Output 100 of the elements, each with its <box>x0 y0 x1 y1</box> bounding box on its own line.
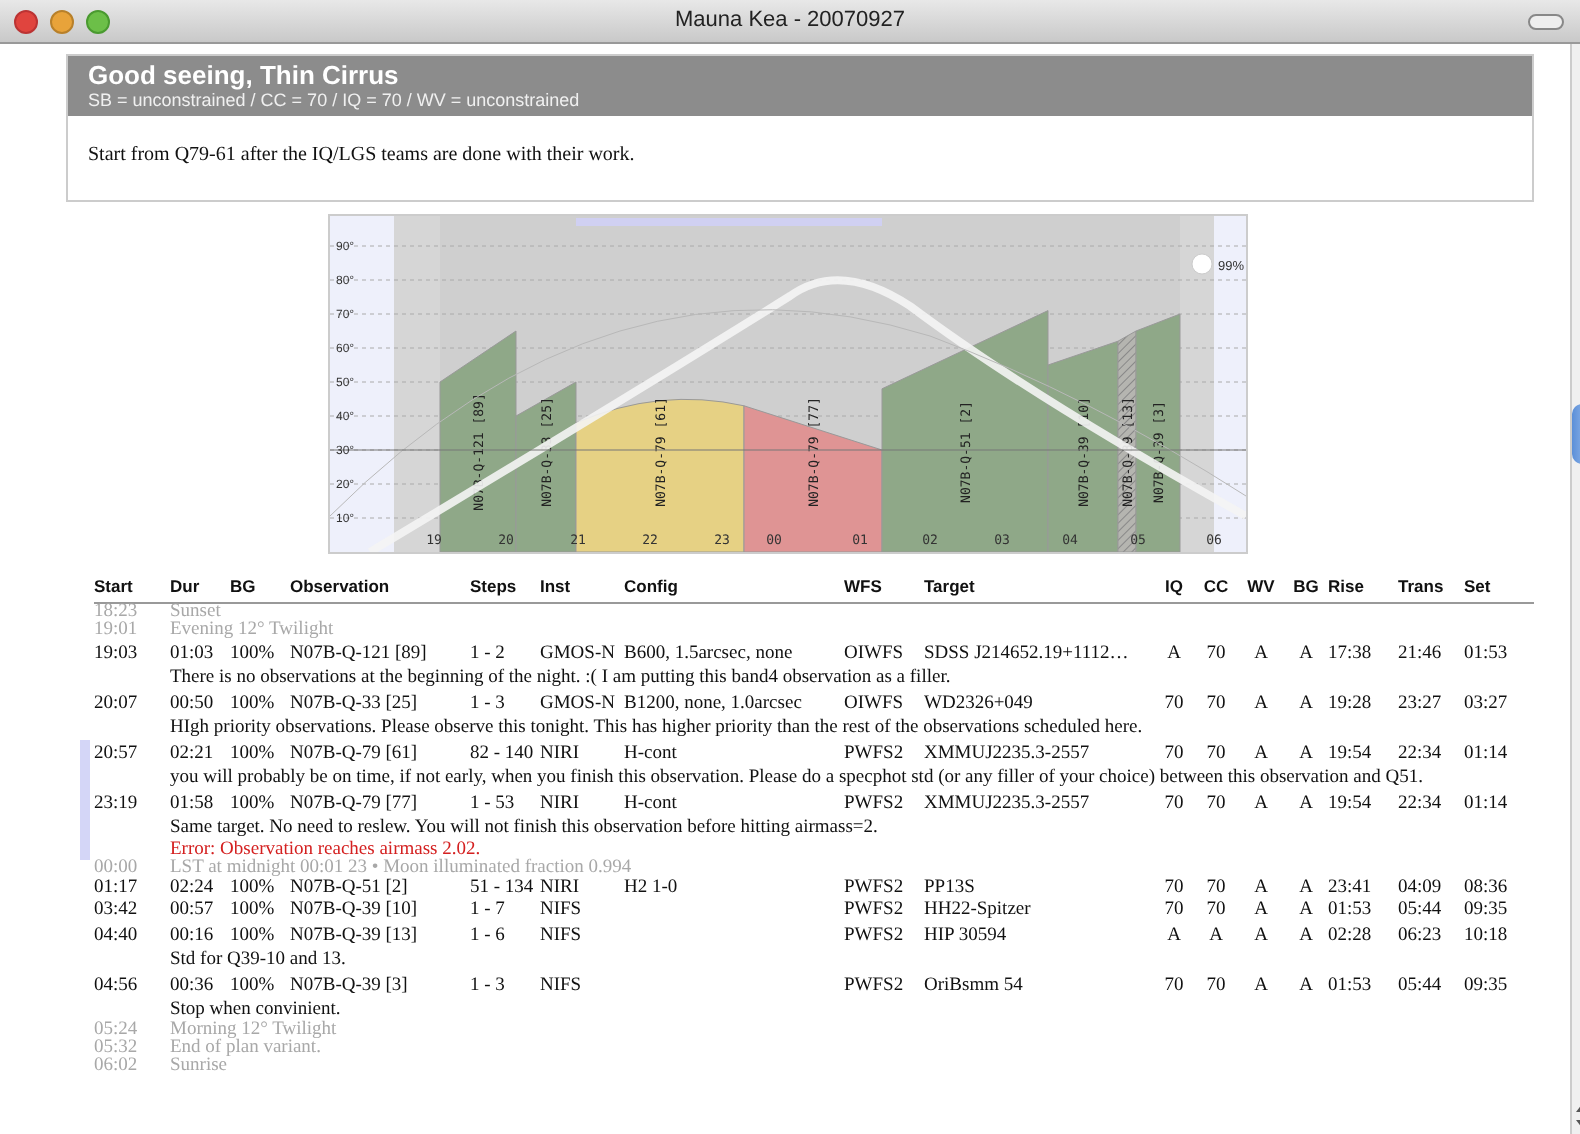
column-header[interactable]: BG <box>1284 574 1328 600</box>
table-cell-text: XMMUJ2235.3-2557 <box>924 791 1092 816</box>
minimize-button[interactable] <box>50 9 74 33</box>
table-cell-text: HH22-Spitzer <box>924 899 1033 922</box>
table-cell-text: 100% <box>230 691 277 716</box>
window-title: Mauna Kea - 20070927 <box>673 6 907 37</box>
column-header[interactable]: Dur <box>170 574 230 600</box>
observation-comment: HIgh priority observations. Please observe this tonight. This has higher priority than the rest of the observations scheduled here. <box>168 715 1145 740</box>
table-cell-text: 01:53 <box>1464 641 1510 666</box>
table-cell-text: A <box>1297 973 1315 998</box>
table-cell-text: A <box>1252 791 1270 816</box>
event-label: LST at midnight 00:01 23 • Moon illuminated fraction 0.994 <box>170 859 632 878</box>
column-header[interactable]: Steps <box>470 574 540 600</box>
table-cell-text: GMOS-N <box>540 641 617 666</box>
column-header[interactable]: IQ <box>1154 574 1194 600</box>
table-cell-text: 19:03 <box>94 641 140 666</box>
column-header[interactable]: Set <box>1464 574 1534 600</box>
column-header[interactable]: WFS <box>844 574 924 600</box>
observation-row[interactable]: 20:57 02:21 100% N07B-Q-79 [61] 82 - 140 NIRI H-cont PWFS2 XMMUJ2235.3-2557 70 70 A A 19:54 22:34 01:14 <box>94 741 1534 766</box>
table-cell-text: 17:38 <box>1328 641 1374 666</box>
table-cell-text: 02:28 <box>1328 923 1374 948</box>
table-cell-text: N07B-Q-121 [89] <box>290 641 429 666</box>
table-cell-text: A <box>1297 877 1315 900</box>
observation-row[interactable]: 01:17 02:24 100% N07B-Q-51 [2] 51 - 134 NIRI H2 1-0 PWFS2 PP13S 70 70 A A 23:41 04:09 08:36 <box>94 877 1534 900</box>
table-cell-text: 19:54 <box>1328 741 1374 766</box>
table-cell-text: 100% <box>230 899 277 922</box>
table-cell-text: 70 <box>1204 877 1228 900</box>
table-cell-text: NIRI <box>540 791 582 816</box>
observation-row[interactable]: 20:07 00:50 100% N07B-Q-33 [25] 1 - 3 GMOS-N B1200, none, 1.0arcsec OIWFS WD2326+049 70 70 A A 19:28 23:27 03:27 <box>94 691 1534 716</box>
table-cell-text: 01:14 <box>1464 791 1510 816</box>
event-label: Morning 12° Twilight <box>170 1021 337 1040</box>
table-cell-text: 21:46 <box>1398 641 1444 666</box>
column-header[interactable]: CC <box>1194 574 1238 600</box>
column-header[interactable]: BG <box>230 574 290 600</box>
table-cell-text: 00:50 <box>170 691 216 716</box>
table-cell-text: A <box>1297 923 1315 948</box>
column-header[interactable]: Trans <box>1398 574 1464 600</box>
table-cell-text: 09:35 <box>1464 973 1510 998</box>
table-cell-text: 70 <box>1204 973 1228 998</box>
observation-comment: Stop when convinient. <box>168 997 343 1020</box>
zoom-button[interactable] <box>86 9 110 33</box>
close-button[interactable] <box>14 9 38 33</box>
table-cell-text: 100% <box>230 923 277 948</box>
column-header[interactable]: Rise <box>1328 574 1398 600</box>
table-cell-text: A <box>1252 899 1270 922</box>
table-cell-text: OriBsmm 54 <box>924 973 1025 998</box>
observation-row[interactable]: 04:40 00:16 100% N07B-Q-39 [13] 1 - 6 NIFS PWFS2 HIP 30594 A A A A 02:28 06:23 10:18 <box>94 923 1534 948</box>
table-cell-text: 1 - 6 <box>470 923 507 948</box>
table-cell-text: B600, 1.5arcsec, none <box>624 641 795 666</box>
table-cell-text: 100% <box>230 973 277 998</box>
table-cell-text: 03:27 <box>1464 691 1510 716</box>
plan-note: Start from Q79-61 after the IQ/LGS teams are done with their work. <box>86 142 637 170</box>
table-cell-text: 1 - 2 <box>470 641 507 666</box>
conditions-title: Good seeing, Thin Cirrus <box>88 62 401 90</box>
table-cell-text: N07B-Q-33 [25] <box>290 691 420 716</box>
table-cell-text: 05:44 <box>1398 973 1444 998</box>
observation-row[interactable]: 23:19 01:58 100% N07B-Q-79 [77] 1 - 53 NIRI H-cont PWFS2 XMMUJ2235.3-2557 70 70 A A 19:54 22:34 01:14 <box>94 791 1534 816</box>
table-cell-text: HIP 30594 <box>924 923 1009 948</box>
table-cell-text: A <box>1297 791 1315 816</box>
column-header[interactable]: Target <box>924 574 1154 600</box>
event-label: Sunset <box>170 603 221 622</box>
table-cell-text: 05:44 <box>1398 899 1444 922</box>
event-time: 05:24 <box>94 1021 140 1040</box>
column-header[interactable]: Start <box>94 574 170 600</box>
table-cell-text: PWFS2 <box>844 791 906 816</box>
table-cell-text: N07B-Q-39 [13] <box>290 923 420 948</box>
table-cell-text: 22:34 <box>1398 791 1444 816</box>
table-cell-text: 00:36 <box>170 973 216 998</box>
table-cell-text: H2 1-0 <box>624 877 680 900</box>
table-cell-text: 70 <box>1204 791 1228 816</box>
table-cell-text: 10:18 <box>1464 923 1510 948</box>
column-header[interactable]: Config <box>624 574 844 600</box>
table-cell-text: XMMUJ2235.3-2557 <box>924 741 1092 766</box>
column-header[interactable]: Observation <box>290 574 470 600</box>
table-cell-text: 02:21 <box>170 741 216 766</box>
table-cell-text: 00:16 <box>170 923 216 948</box>
observation-row[interactable]: 03:42 00:57 100% N07B-Q-39 [10] 1 - 7 NIFS PWFS2 HH22-Spitzer 70 70 A A 01:53 05:44 09:35 <box>94 899 1534 922</box>
table-cell-text: 1 - 3 <box>470 691 507 716</box>
table-cell-text: N07B-Q-79 [77] <box>290 791 420 816</box>
table-cell-text: 06:23 <box>1398 923 1444 948</box>
table-cell-text: A <box>1252 923 1270 948</box>
table-cell-text: WD2326+049 <box>924 691 1035 716</box>
observation-row[interactable]: 19:03 01:03 100% N07B-Q-121 [89] 1 - 2 GMOS-N B600, 1.5arcsec, none OIWFS SDSS J214652.19+1112… A 70 A A 17:38 21:46 01:53 <box>94 641 1534 666</box>
table-cell-text: PP13S <box>924 877 977 900</box>
table-cell-text: OIWFS <box>844 691 906 716</box>
observation-row[interactable]: 04:56 00:36 100% N07B-Q-39 [3] 1 - 3 NIFS PWFS2 OriBsmm 54 70 70 A A 01:53 05:44 09:35 <box>94 973 1534 998</box>
column-header[interactable]: WV <box>1238 574 1284 600</box>
table-cell-text: A <box>1252 641 1270 666</box>
observation-comment: There is no observations at the beginning of the night. :( I am putting this band4 observation as a filler. <box>168 665 953 690</box>
column-header[interactable]: Inst <box>540 574 624 600</box>
table-cell-text: A <box>1297 899 1315 922</box>
toolbar-toggle-button[interactable] <box>1528 13 1564 29</box>
conditions-summary: SB = unconstrained / CC = 70 / IQ = 70 / WV = unconstrained <box>88 90 582 110</box>
table-cell-text: 03:42 <box>94 899 140 922</box>
table-cell-text: 01:53 <box>1328 973 1374 998</box>
table-cell-text: H-cont <box>624 741 679 766</box>
event-time: 19:01 <box>94 621 140 640</box>
table-cell-text: A <box>1252 973 1270 998</box>
table-cell-text: A <box>1252 741 1270 766</box>
table-cell-text: PWFS2 <box>844 899 906 922</box>
